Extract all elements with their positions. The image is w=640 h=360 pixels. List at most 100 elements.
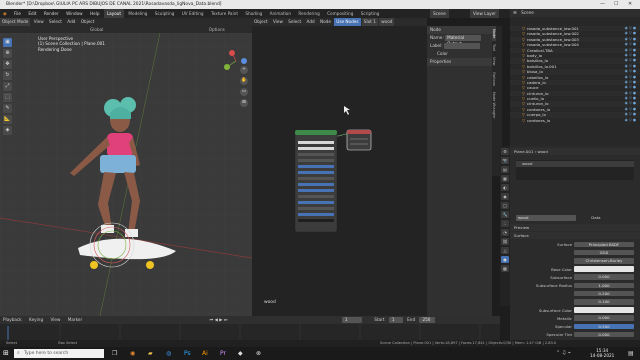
tab-sculpting[interactable]: Sculpting — [152, 9, 178, 18]
xbox-icon[interactable]: ⊗ — [256, 347, 261, 360]
windows-start-icon[interactable]: ⊞ — [3, 347, 9, 360]
property-value-field[interactable]: 0.100 — [574, 299, 634, 305]
node-color-toggle[interactable]: Color — [427, 50, 492, 58]
surface-section[interactable]: Surface — [510, 232, 640, 239]
maximize-button[interactable]: ☐ — [614, 0, 618, 9]
property-value-field[interactable]: 0.000 — [574, 331, 634, 338]
output-properties-icon[interactable]: ▤ — [501, 166, 509, 173]
object-properties-icon[interactable]: ▢ — [501, 202, 509, 209]
tab-uv-editing[interactable]: UV Editing — [179, 9, 207, 18]
close-button[interactable]: ✕ — [628, 0, 632, 9]
timeline-menu-keying[interactable]: Keying — [26, 316, 46, 324]
cursor-icon[interactable]: ⊕ — [3, 49, 12, 58]
menu-window[interactable]: Window — [63, 9, 86, 18]
viewport-menu-select[interactable]: Select — [47, 18, 64, 26]
node-menu-node[interactable]: Node — [318, 18, 333, 26]
timeline-menu-marker[interactable]: Marker — [65, 316, 85, 324]
material-name-field[interactable]: wood — [516, 215, 576, 221]
sidebar-tab-node[interactable]: Node — [492, 26, 496, 42]
end-frame-field[interactable]: 250 — [419, 317, 436, 323]
tab-scripting[interactable]: Scripting — [358, 9, 383, 18]
blender-logo-icon[interactable]: ◉ — [0, 9, 10, 18]
photoshop-icon[interactable]: Ps — [184, 347, 191, 360]
sidebar-tab-tool[interactable]: Tool — [492, 41, 496, 54]
timeline-menu-playback[interactable]: Playback — [0, 316, 25, 324]
menu-help[interactable]: Help — [87, 9, 103, 18]
tool-settings-icon[interactable]: ⚙ — [501, 148, 509, 155]
sidebar-tab-node-wrangler[interactable]: Node Wrangler — [492, 89, 496, 122]
constraints-icon[interactable]: ⛓ — [501, 238, 509, 245]
play-controls-icon[interactable]: ⏮ ◀ ▶ ⏭ — [207, 316, 231, 324]
menu-render[interactable]: Render — [41, 9, 62, 18]
tab-animation[interactable]: Animation — [267, 9, 294, 18]
property-value-field[interactable]: 1.000 — [574, 282, 634, 289]
tab-texture-paint[interactable]: Texture Paint — [208, 9, 241, 18]
ortho-icon[interactable]: ⊞ — [240, 99, 248, 107]
task-view-icon[interactable]: ❐ — [112, 347, 117, 360]
scene-selector[interactable]: Scene — [430, 9, 449, 18]
property-value-field[interactable]: 0.000 — [574, 274, 634, 280]
node-menu-add[interactable]: Add — [305, 18, 317, 26]
node-properties-header[interactable]: Properties — [427, 58, 492, 66]
property-value-field[interactable] — [574, 307, 634, 313]
system-tray-icons[interactable]: ⌃ ♫ ⌁ — [556, 347, 571, 360]
view-layer-icon[interactable]: ▦ — [501, 175, 509, 182]
app-icon[interactable]: ◆ — [238, 347, 243, 360]
current-frame-field[interactable]: 1 — [341, 317, 362, 323]
use-nodes-toggle[interactable]: Use Nodes — [334, 18, 361, 26]
measure-icon[interactable]: 📐 — [3, 115, 12, 124]
options-dropdown[interactable]: Options — [207, 26, 227, 33]
particles-icon[interactable]: ∴ — [501, 220, 509, 227]
render-properties-icon[interactable]: 📷 — [501, 157, 509, 164]
material-selector[interactable]: wood — [379, 18, 395, 26]
node-canvas[interactable] — [252, 26, 427, 316]
node-section-header[interactable]: Node — [427, 26, 492, 34]
property-value-field[interactable] — [574, 266, 634, 272]
slot-selector[interactable]: Slot 1 — [361, 18, 378, 26]
menu-edit[interactable]: Edit — [25, 9, 39, 18]
object-data-icon[interactable]: △ — [501, 247, 509, 254]
node-editor-type-selector[interactable]: Object — [252, 18, 270, 26]
node-menu-select[interactable]: Select — [286, 18, 303, 26]
zoom-icon[interactable]: + — [240, 66, 248, 74]
illustrator-icon[interactable]: Ai — [202, 347, 208, 360]
texture-properties-icon[interactable]: ▩ — [501, 265, 509, 272]
move-icon[interactable]: ✥ — [3, 60, 12, 69]
property-value-field[interactable]: 0.000 — [574, 315, 634, 321]
scale-icon[interactable]: ⤢ — [3, 82, 12, 91]
minimize-button[interactable]: — — [600, 0, 605, 9]
viewport-menu-view[interactable]: View — [32, 18, 46, 26]
principled-bsdf-node[interactable] — [294, 129, 338, 233]
tab-rendering[interactable]: Rendering — [295, 9, 322, 18]
visibility-toggle-icon[interactable]: ◉ ▽ ● — [625, 118, 636, 123]
material-output-node[interactable] — [346, 129, 372, 151]
shader-node-editor[interactable]: Object View Select Add Node Use Nodes Sl… — [252, 18, 427, 316]
property-value-field[interactable]: 0.200 — [574, 290, 634, 297]
tab-shading[interactable]: Shading — [242, 9, 265, 18]
start-frame-field[interactable]: 1 — [388, 317, 403, 323]
viewport-menu-object[interactable]: Object — [79, 18, 97, 26]
camera-icon[interactable]: ▭ — [240, 88, 248, 96]
3d-viewport[interactable]: Object Mode View Select Add Object Globa… — [0, 18, 252, 316]
pan-icon[interactable]: ✋ — [240, 77, 248, 85]
world-properties-icon[interactable]: ◉ — [501, 193, 509, 200]
material-slot-list[interactable]: wood — [516, 160, 634, 180]
view-layer-selector[interactable]: View Layer — [470, 9, 499, 18]
outliner-display-icon[interactable]: ☰ — [513, 10, 517, 15]
material-properties-icon[interactable]: ● — [501, 256, 509, 263]
viewport-menu-add[interactable]: Add — [65, 18, 77, 26]
timeline-editor[interactable]: Playback Keying View Marker ⏮ ◀ ▶ ⏭ 1 St… — [0, 316, 500, 340]
material-slot-item[interactable]: wood — [516, 161, 634, 167]
sidebar-tab-options[interactable]: Options — [492, 69, 496, 89]
sidebar-tab-view[interactable]: View — [492, 54, 496, 69]
add-cube-icon[interactable]: ◈ — [3, 126, 12, 135]
timeline-menu-view[interactable]: View — [47, 316, 63, 324]
link-data-label[interactable]: Data — [591, 215, 600, 220]
node-name-field[interactable]: Material Output — [445, 35, 482, 46]
tab-modeling[interactable]: Modeling — [125, 9, 150, 18]
property-value-field[interactable]: GGX — [574, 249, 634, 256]
taskbar-search-box[interactable]: Type here to search — [14, 349, 104, 358]
property-value-field[interactable]: Christensen-Burley — [574, 258, 634, 264]
premiere-icon[interactable]: Pr — [220, 347, 226, 360]
annotate-icon[interactable]: ✎ — [3, 104, 12, 113]
